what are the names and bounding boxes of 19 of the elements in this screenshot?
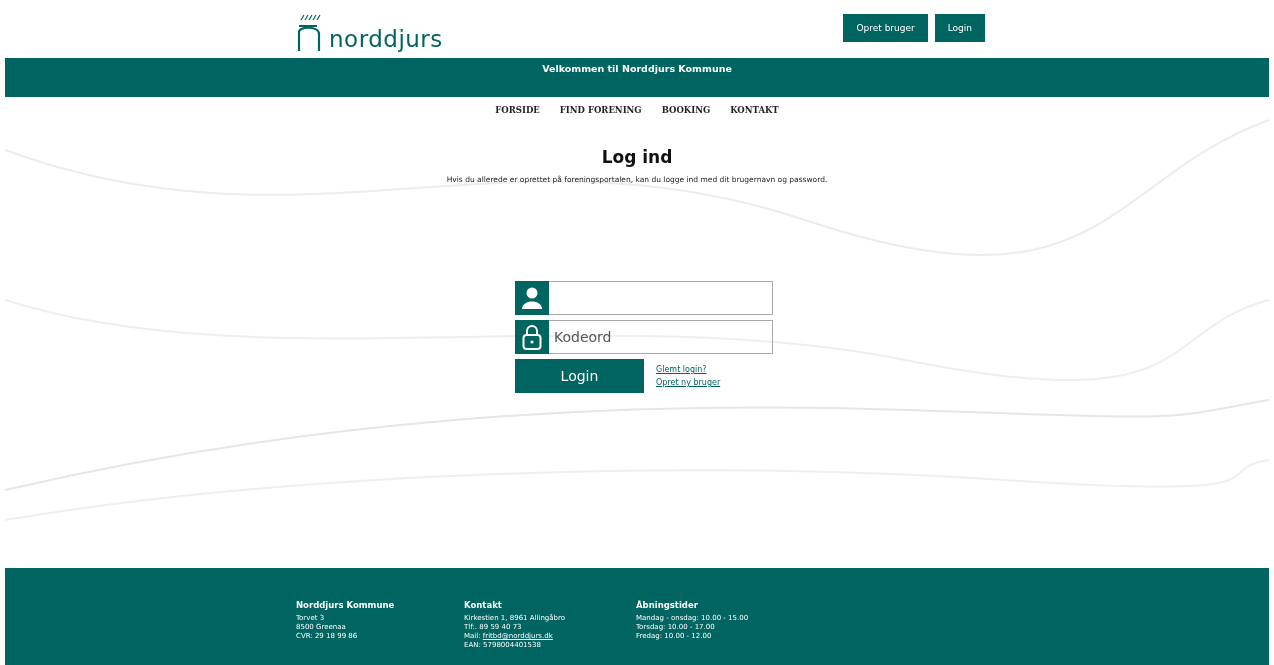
footer-heading: Åbningstider bbox=[636, 600, 699, 610]
logo-text: norddjurs bbox=[329, 26, 443, 52]
login-submit-button[interactable]: Login bbox=[515, 359, 644, 393]
username-field[interactable] bbox=[549, 281, 773, 315]
nav-link[interactable]: FIND FORENING bbox=[559, 105, 642, 115]
password-field[interactable]: Kodeord bbox=[549, 320, 773, 354]
footer-heading: Norddjurs Kommune bbox=[296, 600, 396, 610]
forgot-login-link[interactable]: Glemt login? bbox=[656, 365, 721, 374]
page-title: Log ind bbox=[601, 147, 673, 167]
banner-title: Velkommen til Norddjurs Kommune bbox=[542, 63, 732, 75]
lock-icon bbox=[522, 324, 542, 350]
user-icon bbox=[522, 287, 542, 309]
login-button[interactable]: Login bbox=[934, 14, 985, 42]
nav-link[interactable]: BOOKING bbox=[661, 105, 711, 115]
nav-link[interactable]: KONTAKT bbox=[730, 105, 779, 115]
create-user-link[interactable]: Opret ny bruger bbox=[656, 378, 721, 387]
footer-heading: Kontakt bbox=[464, 600, 503, 610]
register-button[interactable]: Opret bruger bbox=[843, 14, 928, 42]
nav-link[interactable]: FORSIDE bbox=[495, 105, 540, 115]
